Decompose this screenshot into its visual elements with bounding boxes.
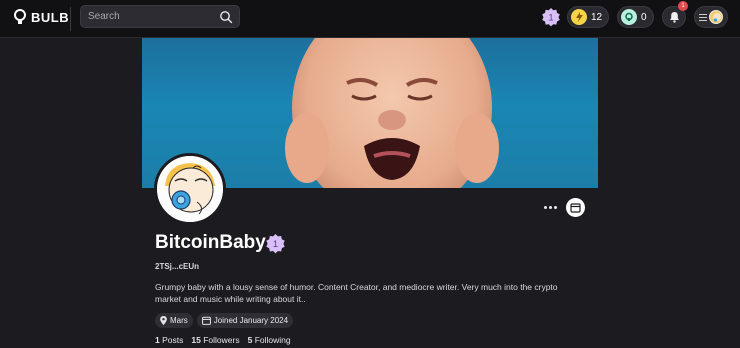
level-badge-icon[interactable]: 1	[541, 7, 561, 27]
level-value: 1	[548, 13, 553, 23]
followers-label: Followers	[203, 335, 240, 345]
following-label: Following	[254, 335, 291, 345]
search-box[interactable]	[80, 5, 240, 28]
menu-icon	[699, 13, 707, 21]
bell-icon	[670, 12, 679, 23]
wallet-address[interactable]: 2TSj...cEUn	[155, 262, 199, 271]
bulb-logo[interactable]: BULB	[12, 9, 69, 25]
notification-count: 1	[678, 1, 688, 11]
logo-text: BULB	[31, 9, 70, 25]
posts-count: 1	[155, 335, 160, 345]
user-avatar-small	[709, 10, 723, 24]
nav-divider	[70, 7, 71, 31]
calendar-icon[interactable]	[566, 198, 585, 217]
token-icon	[621, 9, 637, 25]
tokens-button[interactable]: 0	[617, 6, 654, 28]
profile-avatar[interactable]	[154, 153, 226, 225]
following-stat[interactable]: 5 Following	[248, 335, 291, 345]
bulb-logo-icon	[14, 9, 26, 24]
profile-name: BitcoinBaby	[155, 232, 266, 253]
more-options-icon[interactable]	[541, 199, 559, 215]
profile-level-badge-icon: 1	[266, 234, 285, 254]
profile-stats: 1 Posts 15 Followers 5 Following	[155, 335, 291, 345]
lightning-icon	[571, 9, 587, 25]
location-text: Mars	[170, 316, 188, 325]
followers-stat[interactable]: 15 Followers	[191, 335, 239, 345]
points-button[interactable]: 12	[567, 6, 610, 28]
profile-bio: Grumpy baby with a lousy sense of humor.…	[155, 282, 558, 304]
avatar-image	[157, 156, 223, 222]
search-input[interactable]	[88, 9, 218, 24]
search-icon[interactable]	[219, 10, 233, 24]
top-navigation: BULB 1 12 0 1	[0, 0, 740, 38]
joined-text: Joined January 2024	[213, 316, 289, 325]
followers-count: 15	[191, 335, 201, 345]
tokens-count: 0	[641, 11, 647, 23]
location-pin-icon	[160, 316, 167, 325]
profile-meta: Mars Joined January 2024	[155, 313, 294, 328]
location-chip: Mars	[155, 313, 193, 328]
joined-chip: Joined January 2024	[196, 313, 294, 328]
following-count: 5	[247, 335, 253, 345]
posts-label: Posts	[162, 335, 184, 345]
calendar-small-icon	[201, 316, 211, 325]
profile-level-value: 1	[273, 239, 278, 250]
points-count: 12	[591, 11, 603, 23]
user-menu-button[interactable]	[694, 6, 728, 28]
posts-stat[interactable]: 1 Posts	[155, 335, 183, 345]
